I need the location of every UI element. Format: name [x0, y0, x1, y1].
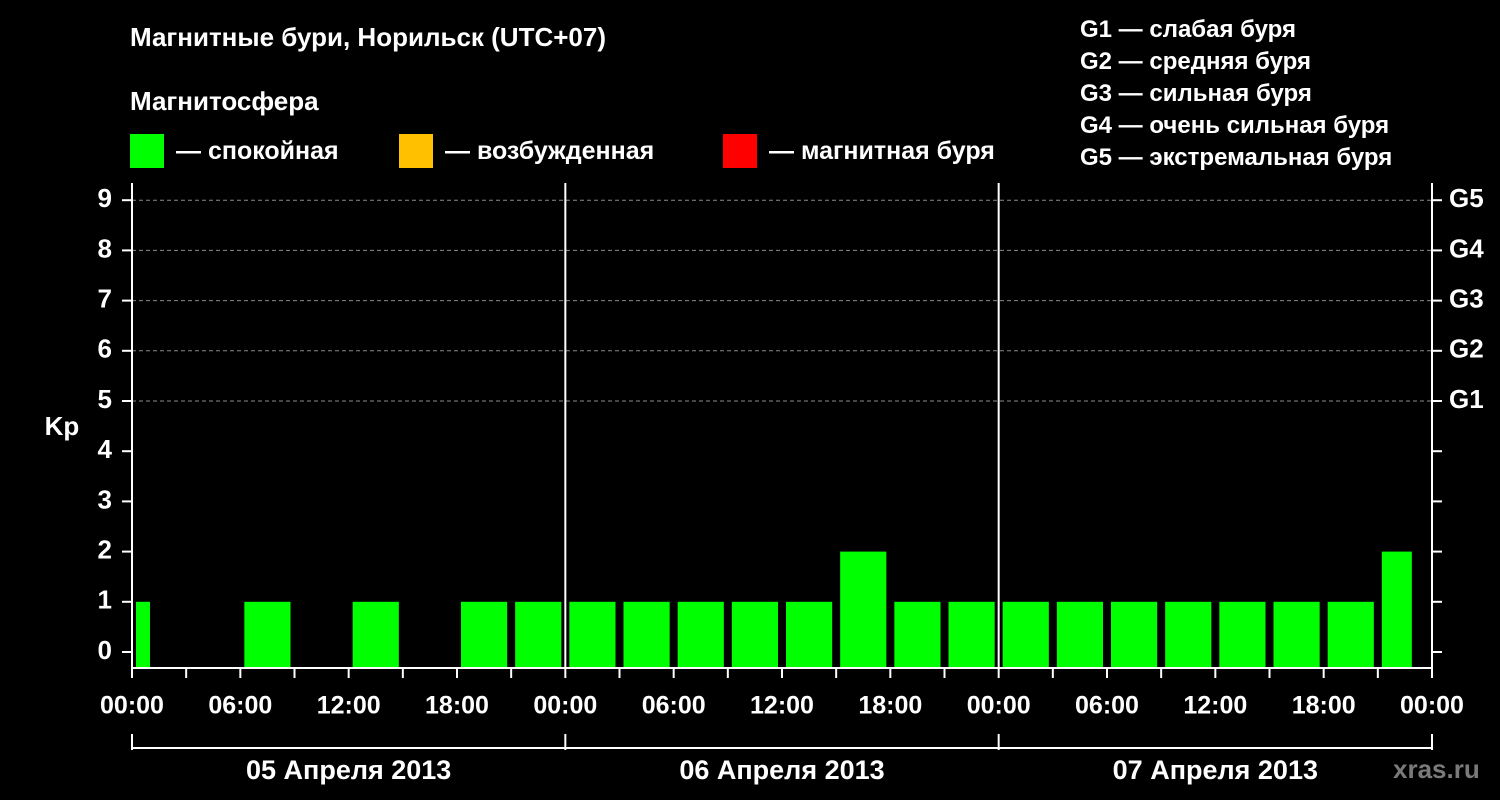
kp-bar	[786, 601, 833, 668]
kp-bar	[352, 601, 399, 668]
kp-bar	[136, 601, 150, 668]
kp-bar	[677, 601, 724, 668]
x-tick-label: 18:00	[425, 692, 489, 720]
kp-bar-chart: 0 1 2 3 4 5 6 7 8 9 G1 G2 G3 G4 G5 Kp 00:00 06:00 12:00 18:…	[45, 183, 1484, 785]
y-tick-label: 8	[98, 233, 112, 263]
kp-bar	[1273, 601, 1320, 668]
kp-bar	[1327, 601, 1374, 668]
kp-bar	[1165, 601, 1212, 668]
x-tick-label: 18:00	[1292, 692, 1356, 720]
kp-bar	[894, 601, 941, 668]
x-tick-label: 06:00	[1075, 692, 1139, 720]
day-label: 07 Апреля 2013	[1113, 755, 1318, 785]
x-tick-label: 00:00	[967, 692, 1031, 720]
kp-bar	[731, 601, 778, 668]
kp-bar	[1056, 601, 1103, 668]
y-axis-label: Kp	[45, 411, 80, 441]
y-tick-label: 6	[98, 334, 112, 364]
x-tick-label: 00:00	[100, 692, 164, 720]
day-label: 06 Апреля 2013	[679, 755, 884, 785]
x-tick-label: 06:00	[642, 692, 706, 720]
kp-bar	[948, 601, 995, 668]
day-label: 05 Апреля 2013	[246, 755, 451, 785]
kp-bar	[1219, 601, 1266, 668]
y-tick-label: 0	[98, 635, 112, 665]
g-level-label: G1	[1449, 384, 1484, 414]
y-tick-label: 3	[98, 484, 112, 514]
kp-bar	[1111, 601, 1158, 668]
x-tick-label: 12:00	[750, 692, 814, 720]
g-level-label: G5	[1449, 183, 1484, 213]
kp-bar	[515, 601, 562, 668]
kp-bar	[1002, 601, 1049, 668]
kp-bar	[623, 601, 670, 668]
kp-bar	[244, 601, 291, 668]
x-tick-label: 00:00	[533, 692, 597, 720]
y-tick-label: 9	[98, 183, 112, 213]
g-level-label: G4	[1449, 233, 1484, 263]
x-tick-label: 06:00	[208, 692, 272, 720]
g-level-label: G3	[1449, 283, 1484, 313]
y-tick-label: 1	[98, 585, 112, 615]
y-tick-label: 7	[98, 283, 112, 313]
y-tick-label: 2	[98, 534, 112, 564]
kp-bar	[1381, 551, 1412, 668]
x-tick-label: 18:00	[858, 692, 922, 720]
g-level-label: G2	[1449, 334, 1484, 364]
x-tick-label: 12:00	[1183, 692, 1247, 720]
watermark: xras.ru	[1393, 754, 1480, 784]
kp-bar	[461, 601, 508, 668]
x-tick-label: 12:00	[317, 692, 381, 720]
kp-bar	[569, 601, 616, 668]
kp-bar	[840, 551, 887, 668]
y-tick-label: 4	[98, 434, 113, 464]
x-tick-label: 00:00	[1400, 692, 1464, 720]
y-tick-label: 5	[98, 384, 112, 414]
